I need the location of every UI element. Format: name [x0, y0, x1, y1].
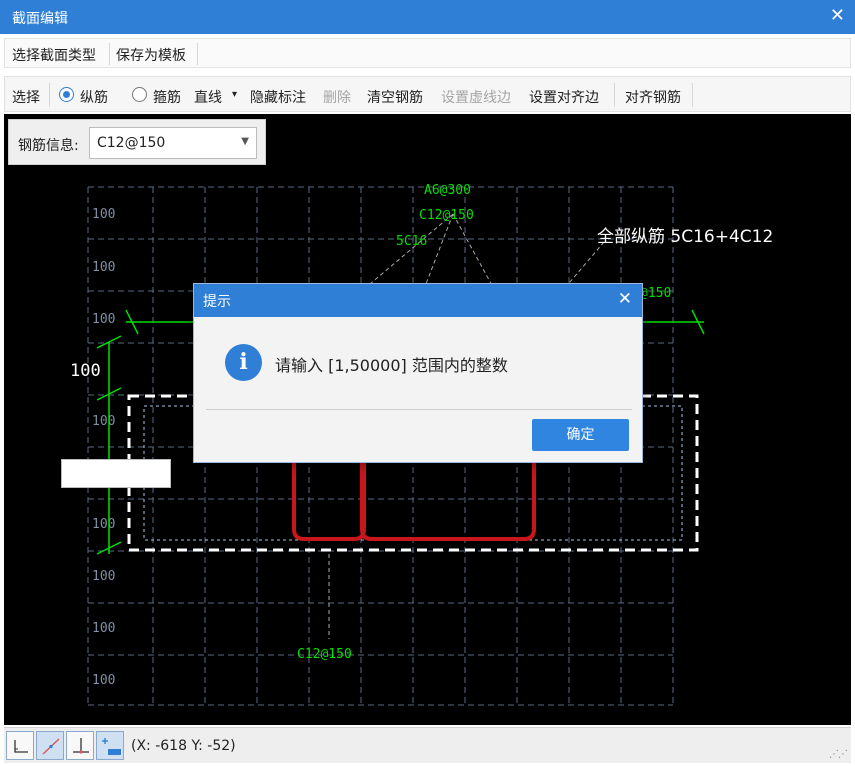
grid-label: 100	[92, 414, 115, 429]
grid-label: 100	[92, 260, 115, 275]
grid-label: 100	[92, 517, 115, 532]
chevron-down-icon[interactable]: ▼	[241, 136, 249, 147]
save-as-template-button[interactable]: 保存为模板	[116, 45, 186, 65]
stirrup-radio[interactable]	[132, 87, 147, 102]
grid-label: 100	[92, 569, 115, 584]
line-mode-dropdown[interactable]: 直线	[194, 87, 222, 107]
annotation-corner-bars[interactable]: 5C16	[396, 234, 427, 249]
grid-label: 100	[92, 312, 115, 327]
toolbar-divider	[692, 83, 693, 107]
annotation-all-longitudinal[interactable]: 全部纵筋 5C16+4C12	[597, 227, 773, 247]
annotation-right[interactable]: @150	[640, 286, 671, 301]
window-titlebar: 截面编辑 ✕	[0, 0, 855, 34]
align-rebar-button[interactable]: 对齐钢筋	[625, 87, 681, 107]
grid-label: 100	[92, 621, 115, 636]
clear-rebar-button[interactable]: 清空钢筋	[367, 87, 423, 107]
toolbar-divider	[614, 83, 615, 107]
close-icon[interactable]: ✕	[830, 5, 845, 26]
rebar-info-label: 钢筋信息:	[18, 138, 79, 154]
menu-divider	[197, 43, 198, 65]
rebar-info-value: C12@150	[97, 135, 166, 151]
inline-edit-input[interactable]	[61, 459, 171, 488]
grid-label: 100	[92, 673, 115, 688]
window-title: 截面编辑	[12, 11, 68, 27]
grid-label: 100	[92, 207, 115, 222]
dialog-message: 请输入 [1,50000] 范围内的整数	[275, 356, 508, 375]
rebar-info-select[interactable]: C12@150 ▼	[89, 127, 257, 159]
dialog-title: 提示	[203, 294, 231, 310]
stirrup-label[interactable]: 箍筋	[153, 87, 181, 107]
prompt-dialog: 提示 ✕ i 请输入 [1,50000] 范围内的整数 确定	[193, 283, 643, 463]
close-icon[interactable]: ✕	[618, 289, 632, 309]
dimension-value: 100	[70, 361, 101, 381]
select-section-type-button[interactable]: 选择截面类型	[12, 45, 96, 65]
info-icon: i	[225, 344, 262, 381]
toolbar-divider	[49, 83, 50, 107]
set-dashed-edge-button[interactable]: 设置虚线边	[441, 87, 511, 107]
angle-snap-icon[interactable]	[36, 731, 64, 760]
status-bar: (X: -618 Y: -52) ⋰⋰	[4, 727, 851, 763]
annotation-rebar-top[interactable]: C12@150	[419, 208, 474, 223]
grid-snap-icon[interactable]	[96, 731, 124, 760]
menu-bar: 选择截面类型 保存为模板	[4, 38, 851, 68]
ok-button[interactable]: 确定	[532, 419, 629, 451]
longitudinal-radio[interactable]	[59, 87, 74, 102]
menu-divider	[109, 43, 110, 65]
toolbar: 选择 纵筋 箍筋 直线 ▾ 隐藏标注 删除 清空钢筋 设置虚线边 设置对齐边 对…	[4, 76, 851, 112]
longitudinal-label[interactable]: 纵筋	[80, 87, 108, 107]
dialog-titlebar: 提示 ✕	[194, 284, 642, 317]
hide-labels-button[interactable]: 隐藏标注	[250, 87, 306, 107]
resize-grip-icon[interactable]: ⋰⋰	[829, 749, 848, 760]
dialog-divider	[206, 409, 632, 410]
cursor-coordinates: (X: -618 Y: -52)	[131, 738, 236, 754]
rebar-info-panel: 钢筋信息: C12@150 ▼	[8, 119, 266, 165]
annotation-stirrup[interactable]: A6@300	[424, 183, 471, 198]
perpendicular-snap-icon[interactable]	[66, 731, 94, 760]
annotation-rebar-bottom[interactable]: C12@150	[297, 647, 352, 662]
orthogonal-snap-icon[interactable]	[6, 731, 34, 760]
chevron-down-icon[interactable]: ▾	[232, 89, 237, 100]
delete-button[interactable]: 删除	[323, 87, 351, 107]
set-align-edge-button[interactable]: 设置对齐边	[529, 87, 599, 107]
select-tool-button[interactable]: 选择	[12, 87, 40, 107]
